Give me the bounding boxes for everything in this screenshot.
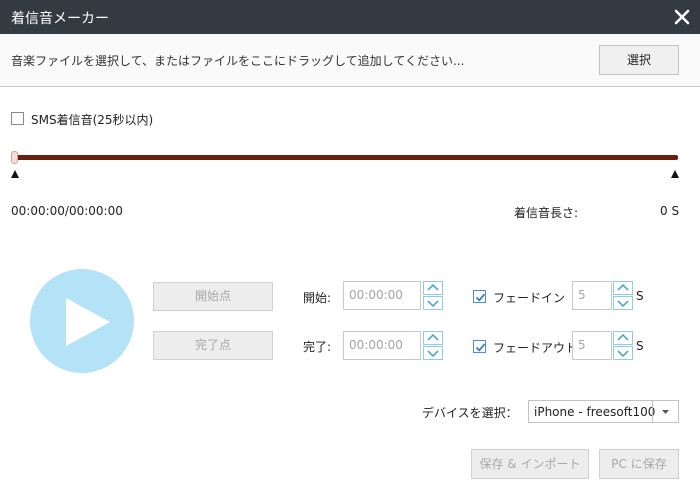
chevron-up-icon xyxy=(617,283,629,291)
save-to-pc-button[interactable]: PC に保存 xyxy=(599,449,679,479)
device-dropdown[interactable]: iPhone - freesoft100 xyxy=(528,400,679,423)
start-time-down-button[interactable] xyxy=(423,296,443,310)
fade-in-checkbox[interactable] xyxy=(473,290,486,303)
ringtone-length-value: 0 S xyxy=(660,204,680,218)
start-marker-icon[interactable] xyxy=(11,170,19,178)
chevron-down-icon xyxy=(617,350,629,358)
file-drop-prompt[interactable]: 音楽ファイルを選択して、またはファイルをここにドラッグして追加してください... xyxy=(11,52,464,69)
fade-out-unit: S xyxy=(636,339,644,353)
checkmark-icon xyxy=(475,293,486,302)
end-time-input[interactable]: 00:00:00 xyxy=(343,331,421,360)
window-title: 着信音メーカー xyxy=(11,11,109,27)
sms-ringtone-label: SMS着信音(25秒以内) xyxy=(31,113,154,127)
chevron-up-icon xyxy=(427,333,439,341)
fade-in-label: フェードイン xyxy=(493,291,566,305)
fade-out-seconds-input[interactable]: 5 xyxy=(572,331,612,360)
fade-in-up-button[interactable] xyxy=(613,281,633,295)
select-file-button[interactable]: 選択 xyxy=(599,45,679,75)
chevron-up-icon xyxy=(427,283,439,291)
end-time-label: 完了: xyxy=(303,340,332,354)
fade-out-up-button[interactable] xyxy=(613,331,633,345)
dropdown-arrow[interactable] xyxy=(652,401,678,422)
fade-out-checkbox[interactable] xyxy=(473,340,486,353)
end-marker-icon[interactable] xyxy=(671,170,679,178)
timeline-track[interactable] xyxy=(14,155,678,160)
save-and-import-button[interactable]: 保存 & インポート xyxy=(471,449,589,479)
device-select-label: デバイスを選択： xyxy=(422,406,518,420)
play-button[interactable] xyxy=(30,269,134,373)
fade-in-unit: S xyxy=(636,289,644,303)
start-time-label: 開始: xyxy=(303,291,332,305)
device-dropdown-value: iPhone - freesoft100 xyxy=(534,405,656,419)
chevron-down-icon xyxy=(427,300,439,308)
set-end-point-button[interactable]: 完了点 xyxy=(153,331,273,360)
fade-out-down-button[interactable] xyxy=(613,346,633,360)
position-readout: 00:00:00/00:00:00 xyxy=(11,204,123,218)
fade-out-label: フェードアウト xyxy=(493,341,578,355)
play-icon xyxy=(66,298,110,346)
caret-down-icon xyxy=(662,410,669,414)
chevron-down-icon xyxy=(617,300,629,308)
start-time-input[interactable]: 00:00:00 xyxy=(343,281,421,310)
set-start-point-button[interactable]: 開始点 xyxy=(153,282,273,311)
checkmark-icon xyxy=(475,343,486,352)
end-time-up-button[interactable] xyxy=(423,331,443,345)
file-bar: 音楽ファイルを選択して、またはファイルをここにドラッグして追加してください...… xyxy=(0,34,700,87)
chevron-down-icon xyxy=(427,350,439,358)
chevron-up-icon xyxy=(617,333,629,341)
close-icon[interactable] xyxy=(672,7,692,27)
fade-in-down-button[interactable] xyxy=(613,296,633,310)
fade-in-seconds-input[interactable]: 5 xyxy=(572,281,612,310)
playhead-handle[interactable] xyxy=(11,151,18,164)
end-time-down-button[interactable] xyxy=(423,346,443,360)
ringtone-length-label: 着信音長さ: xyxy=(514,206,579,220)
sms-ringtone-checkbox[interactable] xyxy=(11,112,24,125)
start-time-up-button[interactable] xyxy=(423,281,443,295)
title-bar: 着信音メーカー xyxy=(0,0,700,34)
